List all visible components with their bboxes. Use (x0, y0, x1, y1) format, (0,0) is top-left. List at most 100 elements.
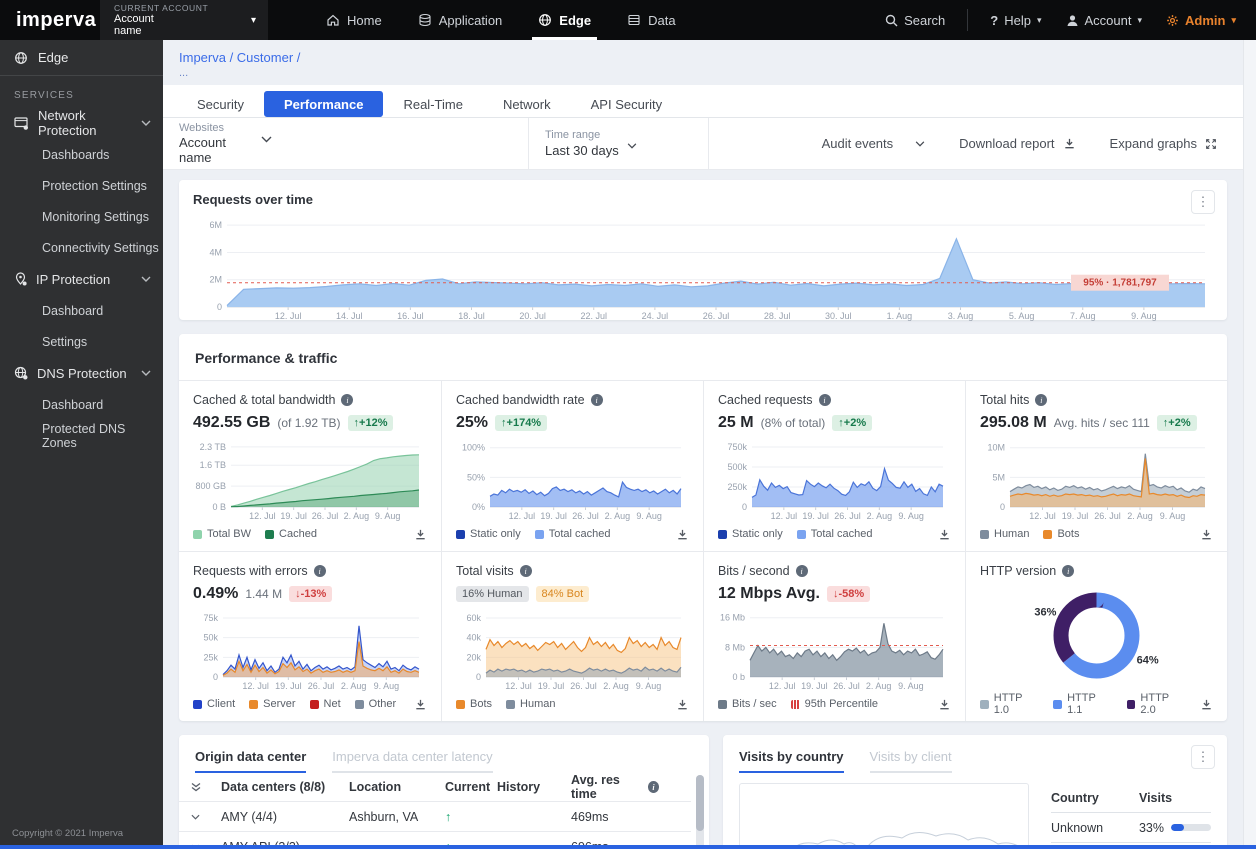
search-button[interactable]: Search (873, 13, 957, 28)
main-content: Imperva / Customer / ... Security Perfor… (163, 40, 1243, 849)
sidebar-item-dns-dashboard[interactable]: Dashboard (0, 389, 163, 420)
info-icon[interactable]: i (647, 781, 659, 793)
card-title: Cached & total bandwidth (193, 393, 336, 407)
imperva-logo[interactable]: imperva (0, 0, 100, 40)
sidebar-item-protection-settings[interactable]: Protection Settings (0, 170, 163, 201)
chevron-down-icon[interactable] (191, 814, 221, 820)
tab-real-time[interactable]: Real-Time (383, 91, 482, 117)
table-row[interactable]: AMY (4/4) Ashburn, VA ↑ 469ms (179, 801, 691, 831)
table-row[interactable]: Unknown 33% (1050, 813, 1211, 843)
tab-performance[interactable]: Performance (263, 91, 384, 117)
legend-http-1-1[interactable]: HTTP 1.1 (1053, 692, 1112, 716)
breadcrumb-path[interactable]: Imperva / Customer / (179, 50, 1227, 65)
download-icon[interactable] (1200, 528, 1213, 541)
legend-human[interactable]: Human (506, 698, 555, 710)
svg-text:30. Jul: 30. Jul (825, 311, 852, 321)
nav-item-data[interactable]: Data (609, 0, 693, 40)
nav-item-edge[interactable]: Edge (520, 0, 609, 40)
account-menu[interactable]: Account ▾ (1054, 13, 1155, 28)
sidebar-group-ip-protection[interactable]: IP Protection (0, 263, 163, 295)
legend-http-1-0[interactable]: HTTP 1.0 (980, 692, 1039, 716)
info-icon[interactable]: i (341, 394, 354, 406)
svg-text:9. Aug: 9. Aug (898, 681, 924, 691)
kebab-menu-icon[interactable]: ⋮ (1191, 190, 1215, 214)
svg-text:0: 0 (217, 302, 222, 312)
legend-static-only[interactable]: Static only (456, 528, 521, 540)
tab-imperva-data-center-latency[interactable]: Imperva data center latency (332, 749, 493, 773)
info-icon[interactable]: i (519, 565, 532, 577)
svg-text:16. Jul: 16. Jul (397, 311, 424, 321)
info-icon[interactable]: i (313, 565, 326, 577)
legend-cached[interactable]: Cached (265, 528, 317, 540)
info-icon[interactable]: i (590, 394, 603, 406)
sidebar-item-dashboards[interactable]: Dashboards (0, 139, 163, 170)
kebab-menu-icon[interactable]: ⋮ (1191, 745, 1215, 769)
info-icon[interactable]: i (795, 565, 808, 577)
svg-text:20k: 20k (466, 652, 481, 662)
sidebar-group-network-protection[interactable]: Network Protection (0, 107, 163, 139)
svg-text:64%: 64% (1137, 655, 1159, 667)
download-icon[interactable] (676, 698, 689, 711)
time-range-filter[interactable]: Time range Last 30 days (529, 118, 709, 169)
legend-client[interactable]: Client (193, 698, 235, 710)
download-report-button[interactable]: Download report (959, 136, 1075, 151)
metric-sub: (8% of total) (760, 416, 826, 430)
sidebar-item-ip-settings[interactable]: Settings (0, 326, 163, 357)
dns-protection-icon (14, 366, 28, 380)
tab-origin-data-center[interactable]: Origin data center (195, 749, 307, 773)
sidebar-item-ip-dashboard[interactable]: Dashboard (0, 295, 163, 326)
table-scrollbar[interactable] (696, 775, 704, 849)
legend-bots[interactable]: Bots (456, 698, 492, 710)
svg-text:20. Jul: 20. Jul (519, 311, 546, 321)
info-icon[interactable]: i (818, 394, 831, 406)
nav-item-application[interactable]: Application (400, 0, 521, 40)
info-icon[interactable]: i (1062, 565, 1075, 577)
legend-total-cached[interactable]: Total cached (796, 528, 873, 540)
tab-visits-by-country[interactable]: Visits by country (739, 749, 844, 773)
legend-net[interactable]: Net (309, 698, 341, 710)
admin-menu[interactable]: Admin ▾ (1154, 13, 1256, 28)
trend-badge: ↓-58% (826, 586, 871, 602)
legend-human[interactable]: Human (980, 528, 1029, 540)
info-icon[interactable]: i (1035, 394, 1048, 406)
legend-total-cached[interactable]: Total cached (534, 528, 611, 540)
legend-server[interactable]: Server (249, 698, 296, 710)
card-title: Cached requests (718, 393, 813, 407)
filter-bar: Websites Account name Time range Last 30… (163, 118, 1243, 170)
download-icon[interactable] (1200, 698, 1213, 711)
sidebar-item-protected-dns-zones[interactable]: Protected DNS Zones (0, 420, 163, 451)
legend-bits-sec[interactable]: Bits / sec (718, 698, 777, 710)
sidebar-item-connectivity-settings[interactable]: Connectivity Settings (0, 232, 163, 263)
sidebar-item-monitoring-settings[interactable]: Monitoring Settings (0, 201, 163, 232)
download-icon[interactable] (938, 528, 951, 541)
legend-static-only[interactable]: Static only (718, 528, 783, 540)
download-icon[interactable] (414, 698, 427, 711)
legend-95th-percentile[interactable]: 95th Percentile (790, 698, 878, 710)
metric-value: 492.55 GB (193, 414, 271, 431)
expand-all-icon[interactable] (191, 782, 221, 792)
tab-visits-by-client[interactable]: Visits by client (869, 749, 952, 773)
audit-events-dropdown[interactable]: Audit events (822, 136, 926, 151)
legend-total-bw[interactable]: Total BW (193, 528, 251, 540)
download-icon[interactable] (938, 698, 951, 711)
current-account-selector[interactable]: CURRENT ACCOUNT Account name ▾ (100, 0, 268, 40)
svg-text:9. Aug: 9. Aug (1131, 311, 1157, 321)
svg-text:26. Jul: 26. Jul (833, 681, 860, 691)
expand-graphs-button[interactable]: Expand graphs (1110, 136, 1217, 151)
legend-http-2-0[interactable]: HTTP 2.0 (1126, 692, 1186, 716)
sidebar-item-edge[interactable]: Edge (0, 40, 163, 76)
sidebar-group-dns-protection[interactable]: DNS Protection (0, 357, 163, 389)
legend-other[interactable]: Other (354, 698, 396, 710)
page-scrollbar[interactable] (1243, 40, 1256, 849)
tab-network[interactable]: Network (483, 91, 571, 117)
help-menu[interactable]: ? Help ▾ (978, 13, 1053, 28)
tab-security[interactable]: Security (177, 91, 264, 117)
legend-bots[interactable]: Bots (1043, 528, 1079, 540)
nav-item-home[interactable]: Home (308, 0, 400, 40)
tab-api-security[interactable]: API Security (571, 91, 683, 117)
websites-filter[interactable]: Websites Account name (163, 118, 529, 169)
download-icon[interactable] (676, 528, 689, 541)
download-icon[interactable] (414, 528, 427, 541)
visits-by-country-card: ⋮ Visits by country Visits by client Cou… (723, 735, 1227, 849)
gear-icon (1166, 14, 1179, 27)
